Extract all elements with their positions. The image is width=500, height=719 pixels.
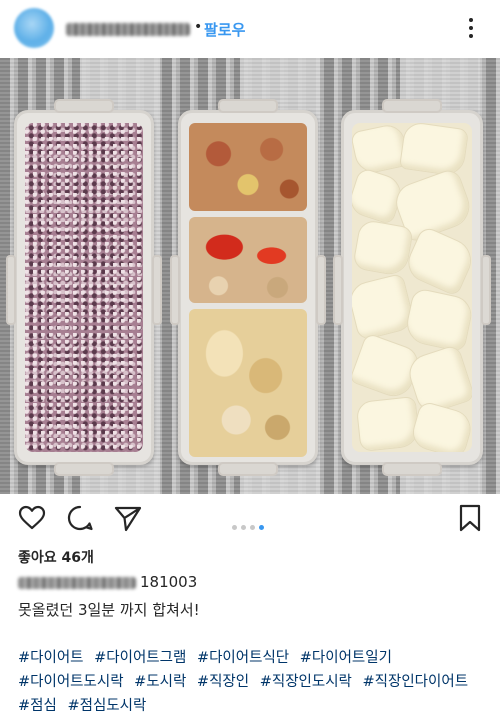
side-dish-meat (189, 123, 307, 211)
hashtag[interactable]: #점심 (18, 698, 57, 714)
carousel-dot (241, 525, 246, 530)
sliced-pear (352, 123, 472, 452)
hashtag[interactable]: #다이어트일기 (300, 650, 392, 666)
carousel-indicator (232, 515, 268, 534)
caption-text: 못올렸던 3일분 까지 합쳐서! (18, 601, 200, 619)
hashtag[interactable]: #도시락 (134, 674, 186, 690)
hashtag[interactable]: #다이어트식단 (197, 650, 289, 666)
lunchbox-rice (6, 99, 162, 476)
hashtag[interactable]: #직장인도시락 (260, 674, 352, 690)
side-dish-peppers (189, 217, 307, 303)
share-icon[interactable] (114, 504, 142, 532)
post-photo[interactable] (0, 58, 500, 494)
comment-icon[interactable] (66, 504, 94, 532)
bookmark-icon[interactable] (456, 504, 484, 532)
post-header: • 팔로우 (0, 0, 500, 58)
lunchbox-pear (333, 99, 491, 476)
action-bar (0, 494, 500, 540)
heart-icon[interactable] (18, 504, 46, 532)
multigrain-rice (25, 123, 143, 452)
hashtag[interactable]: #점심도시락 (67, 698, 146, 714)
hashtag[interactable]: #다이어트도시락 (18, 674, 124, 690)
follow-button[interactable]: 팔로우 (204, 19, 245, 40)
avatar[interactable] (14, 8, 54, 48)
carousel-dot-active (259, 525, 264, 530)
caption-date: 181003 (140, 573, 198, 591)
hashtag[interactable]: #직장인다이어트 (363, 674, 469, 690)
side-dish-onion-stirfry (189, 309, 307, 457)
more-vertical-icon[interactable] (466, 16, 476, 40)
lunchbox-sides (170, 99, 326, 476)
username-blurred[interactable] (66, 23, 190, 36)
hashtag[interactable]: #다이어트그램 (94, 650, 186, 666)
hashtag[interactable]: #다이어트 (18, 650, 84, 666)
likes-count[interactable]: 좋아요 46개 (18, 547, 94, 567)
separator-dot: • (194, 19, 203, 35)
carousel-dot (250, 525, 255, 530)
caption-username-blurred[interactable] (18, 577, 136, 589)
hashtag[interactable]: #직장인 (197, 674, 249, 690)
carousel-dot (232, 525, 237, 530)
hashtag-list: #다이어트 #다이어트그램 #다이어트식단 #다이어트일기 #다이어트도시락 #… (18, 646, 488, 718)
